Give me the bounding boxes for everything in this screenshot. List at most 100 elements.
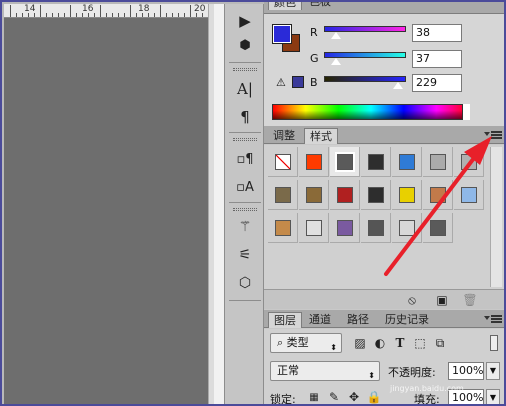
blue-slider-thumb[interactable] — [391, 81, 404, 90]
ruler-tick — [46, 13, 47, 17]
3d-box-icon[interactable]: ⬡ — [225, 272, 265, 294]
ruler-tick — [130, 5, 131, 17]
tab-channels[interactable]: 通道 — [304, 312, 336, 328]
panel-menu-icon[interactable] — [491, 131, 502, 139]
blend-mode-value: 正常 — [277, 364, 299, 377]
style-swatch[interactable] — [268, 147, 298, 177]
horizontal-ruler: 14 16 18 20 — [4, 4, 209, 18]
blue-value-field[interactable]: 229 — [412, 74, 462, 92]
channel-label-b: B — [310, 76, 318, 89]
tab-color[interactable]: 颜色 — [268, 2, 302, 10]
smart-object-filter-icon[interactable]: ⧉ — [432, 335, 448, 351]
ruler-tick — [160, 5, 161, 17]
canvas-scroll-edge-light — [214, 4, 224, 404]
style-swatch[interactable] — [454, 147, 484, 177]
style-swatch[interactable] — [454, 180, 484, 210]
app-window: 14 16 18 20 ▶ ⬢ A| ¶ ▫¶ ▫A ⚚ ⚟ ⬡ 颜色 色板 ⚠… — [0, 0, 506, 406]
style-swatch[interactable] — [299, 180, 329, 210]
styles-panel: ⦸ ▣ 🗑 — [264, 145, 504, 309]
style-swatch[interactable] — [361, 180, 391, 210]
green-value-field[interactable]: 37 — [412, 50, 462, 68]
pixel-filter-icon[interactable]: ▨ — [352, 335, 368, 351]
lock-image-icon[interactable]: ✎ — [326, 389, 342, 404]
style-swatch[interactable] — [299, 213, 329, 243]
gamut-warning-icon[interactable]: ⚠ — [276, 76, 286, 89]
style-swatch[interactable] — [392, 147, 422, 177]
websafe-color-icon[interactable] — [292, 76, 304, 88]
document-canvas[interactable] — [4, 18, 208, 404]
style-swatch[interactable] — [392, 213, 422, 243]
style-swatch[interactable] — [423, 180, 453, 210]
style-swatch[interactable] — [330, 180, 360, 210]
style-swatch[interactable] — [330, 213, 360, 243]
ruler-tick — [52, 13, 53, 17]
paragraph-icon[interactable]: ¶ — [225, 106, 265, 128]
type-filter-icon[interactable]: T — [392, 335, 408, 351]
layers-panel-tabbar: 图层 通道 路径 历史记录 — [264, 310, 504, 328]
tab-styles[interactable]: 样式 — [304, 128, 338, 144]
3d-cube-icon[interactable]: ⬢ — [225, 34, 265, 56]
opacity-dropdown-button[interactable]: ▼ — [486, 362, 500, 380]
ruler-tick — [28, 13, 29, 17]
blend-mode-select[interactable]: 正常 ⬍ — [270, 361, 380, 381]
kind-filter-select[interactable]: ⌕ 类型 ⬍ — [270, 333, 342, 353]
style-swatch[interactable] — [361, 213, 391, 243]
chevron-down-icon: ⬍ — [368, 371, 375, 380]
clear-style-icon[interactable]: ⦸ — [404, 292, 420, 308]
red-value-field[interactable]: 38 — [412, 24, 462, 42]
shape-filter-icon[interactable]: ⬚ — [412, 335, 428, 351]
character-icon[interactable]: A| — [225, 78, 265, 100]
filter-toggle[interactable] — [490, 335, 498, 351]
style-swatch[interactable] — [392, 180, 422, 210]
lock-position-icon[interactable]: ✥ — [346, 389, 362, 404]
ruler-tick — [106, 13, 107, 17]
opacity-field[interactable]: 100% — [448, 362, 484, 380]
ruler-tick — [202, 13, 203, 17]
ruler-tick — [64, 13, 65, 17]
brush-presets-icon[interactable]: ⚚ — [225, 216, 265, 238]
lock-all-icon[interactable]: 🔒 — [366, 389, 382, 404]
green-slider-thumb[interactable] — [330, 57, 343, 66]
opacity-label: 不透明度: — [388, 366, 436, 379]
ruler-tick — [94, 13, 95, 17]
style-swatch[interactable] — [423, 213, 453, 243]
adjustment-filter-icon[interactable]: ◐ — [372, 335, 388, 351]
styles-scrollbar[interactable] — [490, 147, 502, 287]
layers-panel: ⌕ 类型 ⬍ ▨ ◐ T ⬚ ⧉ 正常 ⬍ 不透明度: 100% ▼ 锁定: ▦… — [264, 329, 504, 406]
color-spectrum-ramp[interactable] — [272, 104, 470, 120]
chevron-down-icon: ⬍ — [330, 343, 337, 352]
play-icon[interactable]: ▶ — [225, 10, 265, 32]
ruler-tick — [184, 13, 185, 17]
fill-dropdown-button[interactable]: ▼ — [486, 389, 500, 404]
tab-layers[interactable]: 图层 — [268, 312, 302, 328]
style-swatch[interactable] — [299, 147, 329, 177]
right-panels: 颜色 色板 ⚠ R 38 G 37 B 229 调整 样式 ⦸ ▣ 🗑 图层 通… — [264, 2, 504, 406]
tab-adjustments[interactable]: 调整 — [268, 128, 300, 144]
red-slider-thumb[interactable] — [330, 31, 343, 40]
ruler-tick — [34, 13, 35, 17]
paragraph-style-icon[interactable]: ▫¶ — [225, 148, 265, 170]
ruler-tick — [124, 13, 125, 17]
search-icon: ⌕ — [277, 336, 287, 349]
style-swatch[interactable] — [330, 147, 360, 177]
styles-footer: ⦸ ▣ 🗑 — [264, 289, 504, 309]
panel-menu-icon[interactable] — [491, 315, 502, 323]
style-swatch[interactable] — [268, 180, 298, 210]
fill-label: 填充: — [414, 393, 440, 406]
tab-history[interactable]: 历史记录 — [380, 312, 434, 328]
adjust-sliders-icon[interactable]: ⚟ — [225, 244, 265, 266]
ruler-tick — [166, 13, 167, 17]
style-swatch[interactable] — [361, 147, 391, 177]
ruler-tick — [82, 13, 83, 17]
foreground-color-swatch[interactable] — [272, 24, 292, 44]
new-style-icon[interactable]: ▣ — [434, 292, 450, 308]
tab-paths[interactable]: 路径 — [342, 312, 374, 328]
style-swatch[interactable] — [268, 213, 298, 243]
lock-transparent-icon[interactable]: ▦ — [306, 389, 322, 404]
delete-style-icon[interactable]: 🗑 — [462, 292, 478, 308]
ruler-tick — [172, 13, 173, 17]
panel-dock-strip: ▶ ⬢ A| ¶ ▫¶ ▫A ⚚ ⚟ ⬡ — [224, 4, 265, 404]
style-swatch[interactable] — [423, 147, 453, 177]
character-style-icon[interactable]: ▫A — [225, 176, 265, 198]
tab-swatches[interactable]: 色板 — [304, 2, 336, 10]
